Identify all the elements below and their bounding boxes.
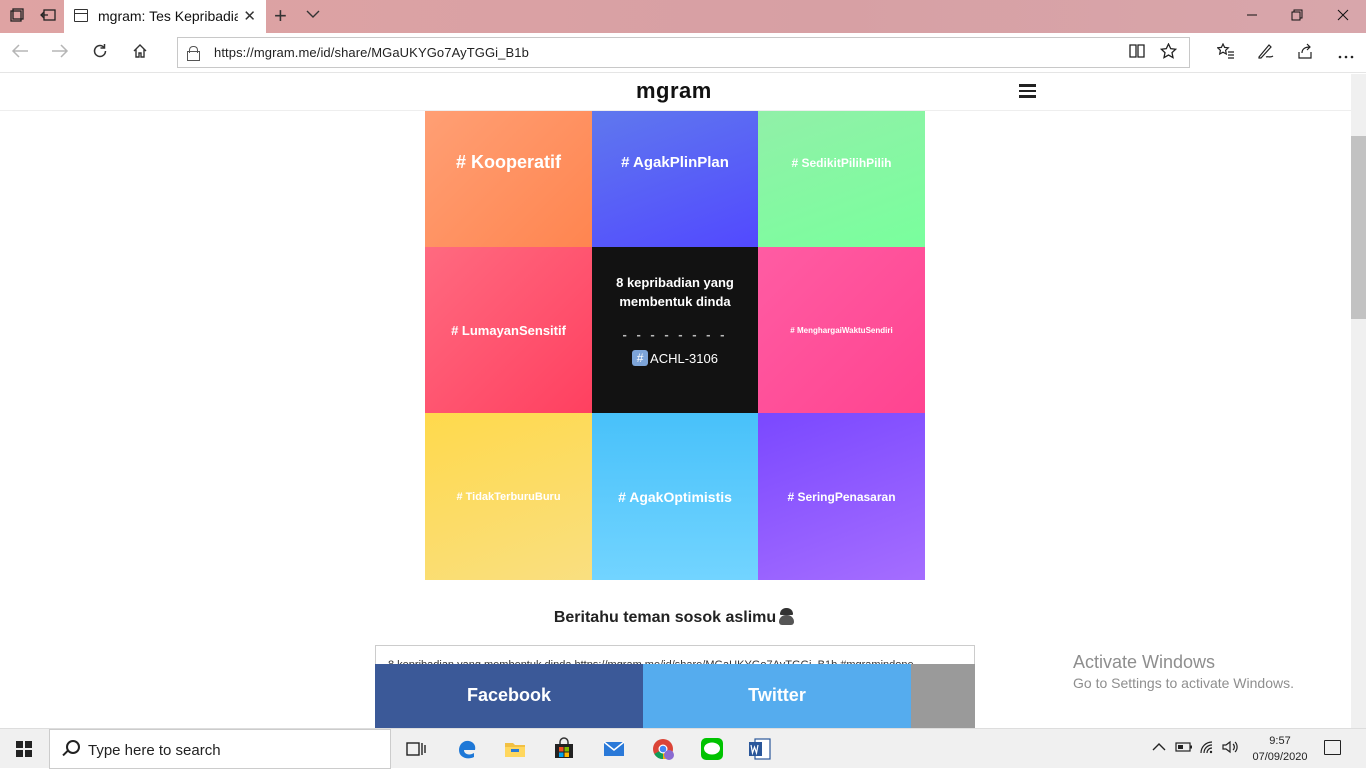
site-header: mgram	[0, 74, 1351, 111]
favorites-hub-icon[interactable]	[1214, 41, 1238, 65]
tab-group-icon[interactable]	[9, 8, 25, 24]
page-icon	[74, 9, 88, 22]
line-app-icon[interactable]	[700, 737, 724, 761]
share-icon[interactable]	[1294, 41, 1318, 65]
active-tab[interactable]: mgram: Tes Kepribadiar ✕	[64, 0, 266, 33]
edge-browser-icon[interactable]	[455, 737, 479, 761]
share-more-button[interactable]	[911, 664, 975, 728]
site-logo[interactable]: mgram	[636, 78, 712, 104]
browser-tab-bar: mgram: Tes Kepribadiar ✕ +	[0, 0, 1366, 33]
tab-menu-chevron-icon[interactable]	[306, 7, 320, 22]
volume-icon[interactable]	[1222, 740, 1240, 757]
pen-notes-icon[interactable]	[1254, 41, 1278, 65]
facebook-label: Facebook	[466, 684, 552, 705]
personality-grid: # Kooperatif # AgakPlinPlan # SedikitPil…	[425, 111, 925, 580]
personality-tag: # Kooperatif	[455, 152, 561, 172]
chrome-icon[interactable]	[651, 737, 675, 761]
search-placeholder: Type here to search	[88, 742, 221, 759]
search-icon	[66, 740, 80, 754]
close-window-button[interactable]	[1320, 0, 1366, 33]
windows-start-icon[interactable]	[16, 741, 32, 757]
personality-tag: # AgakOptimistis	[618, 488, 732, 505]
share-heading-text: Beritahu teman sosok aslimu	[553, 609, 777, 626]
back-button[interactable]	[8, 41, 32, 65]
address-bar[interactable]: https://mgram.me/id/share/MGaUKYGo7AyTGG…	[177, 37, 1190, 68]
hamburger-menu-icon[interactable]	[1019, 84, 1036, 98]
mail-icon[interactable]	[602, 737, 626, 761]
result-code-text: ACHL-3106	[650, 350, 718, 366]
personality-tag: # AgakPlinPlan	[621, 154, 729, 171]
favorite-star-icon[interactable]	[1159, 42, 1178, 64]
windows-taskbar: Type here to search 9:57 07/09/2020	[0, 728, 1366, 769]
word-icon[interactable]	[748, 737, 772, 761]
twitter-label: Twitter	[748, 684, 806, 705]
show-hidden-icons-chevron[interactable]	[1152, 740, 1166, 755]
web-page: mgram # Kooperatif # AgakPlinPlan # Sedi…	[0, 74, 1351, 728]
clock-date: 07/09/2020	[1252, 751, 1308, 763]
activate-windows-watermark: Activate Windows Go to Settings to activ…	[1073, 652, 1294, 691]
personality-cell: # AgakOptimistis	[592, 413, 758, 580]
reading-view-icon[interactable]	[1129, 43, 1145, 64]
personality-tag: # TidakTerburuBuru	[456, 490, 561, 503]
taskbar-clock[interactable]: 9:57 07/09/2020	[1249, 733, 1311, 765]
task-view-icon[interactable]	[404, 737, 428, 761]
hash-keycap-icon: #	[632, 350, 649, 366]
minimize-button[interactable]	[1229, 0, 1275, 33]
result-code: # ACHL-3106	[632, 350, 718, 366]
personality-cell: # AgakPlinPlan	[592, 111, 758, 247]
personality-cell: # TidakTerburuBuru	[425, 413, 592, 580]
result-summary-card: 8 kepribadian yang membentuk dinda - - -…	[592, 247, 758, 413]
share-heading: Beritahu teman sosok aslimu	[375, 608, 975, 627]
address-bar-row: https://mgram.me/id/share/MGaUKYGo7AyTGG…	[0, 33, 1366, 73]
personality-cell: # LumayanSensitif	[425, 247, 592, 413]
battery-icon[interactable]	[1175, 740, 1193, 757]
watermark-line2: Go to Settings to activate Windows.	[1073, 675, 1294, 691]
set-aside-tabs-icon[interactable]	[40, 8, 56, 24]
page-scrollbar[interactable]	[1351, 74, 1366, 728]
url-text[interactable]: https://mgram.me/id/share/MGaUKYGo7AyTGG…	[214, 45, 529, 60]
personality-cell: # MenghargaiWaktuSendiri	[758, 247, 925, 413]
microsoft-store-icon[interactable]	[552, 737, 576, 761]
personality-tag: # SeringPenasaran	[787, 489, 896, 504]
refresh-button[interactable]	[88, 41, 112, 65]
personality-tag: # SedikitPilihPilih	[791, 155, 892, 170]
forward-button[interactable]	[48, 41, 72, 65]
share-facebook-button[interactable]: Facebook	[375, 664, 643, 728]
lock-icon[interactable]	[187, 46, 200, 61]
wifi-icon[interactable]	[1199, 740, 1217, 757]
watermark-line1: Activate Windows	[1073, 652, 1216, 672]
restore-button[interactable]	[1274, 0, 1320, 33]
result-title: 8 kepribadian yang membentuk dinda	[616, 275, 734, 309]
tab-close-icon[interactable]: ✕	[243, 7, 256, 25]
divider: - - - - - - - -	[622, 327, 728, 342]
action-center-icon[interactable]	[1324, 740, 1341, 755]
personality-cell: # Kooperatif	[425, 111, 592, 247]
scrollbar-thumb[interactable]	[1351, 136, 1366, 319]
tab-title: mgram: Tes Kepribadiar	[98, 8, 238, 24]
taskbar-search-box[interactable]: Type here to search	[49, 729, 391, 769]
home-button[interactable]	[128, 41, 152, 65]
new-tab-button[interactable]: +	[274, 3, 287, 29]
more-menu-icon[interactable]	[1334, 41, 1358, 65]
personality-tag: # LumayanSensitif	[451, 322, 566, 338]
personality-cell: # SedikitPilihPilih	[758, 111, 925, 247]
share-twitter-button[interactable]: Twitter	[643, 664, 911, 728]
file-explorer-icon[interactable]	[503, 737, 527, 761]
personality-tag: # MenghargaiWaktuSendiri	[790, 325, 893, 335]
spy-detective-icon	[777, 608, 796, 625]
personality-cell: # SeringPenasaran	[758, 413, 925, 580]
clock-time: 9:57	[1269, 735, 1291, 747]
